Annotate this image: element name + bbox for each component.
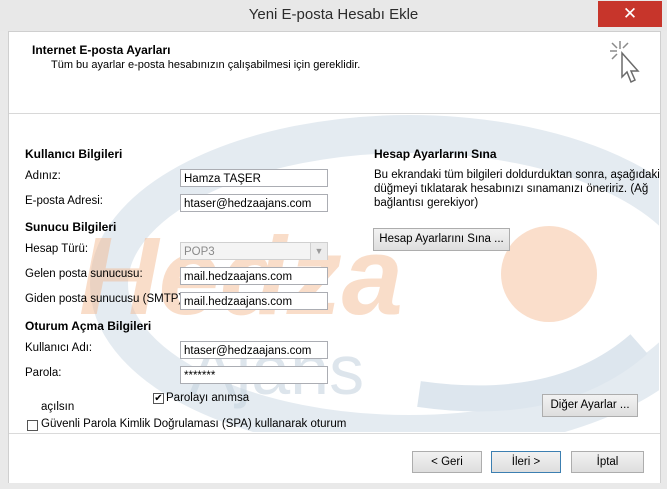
- account-type-value: POP3: [184, 246, 215, 258]
- username-label: Kullanıcı Adı:: [25, 342, 93, 354]
- dialog-window: Yeni E-posta Hesabı Ekle ✕ Internet E-po…: [0, 0, 667, 489]
- settings-content: Hedza Ajans Kullanıcı Bilgileri Adınız: …: [9, 114, 660, 432]
- outgoing-server-label: Giden posta sunucusu (SMTP):: [25, 293, 186, 305]
- spa-label-line2: açılsın: [41, 401, 75, 413]
- incoming-server-field[interactable]: mail.hedzaajans.com: [180, 267, 328, 285]
- header-subtitle: Tüm bu ayarlar e-posta hesabınızın çalış…: [51, 59, 361, 71]
- remember-password-checkbox[interactable]: ✔: [153, 393, 164, 404]
- incoming-server-label: Gelen posta sunucusu:: [25, 268, 143, 280]
- account-type-label: Hesap Türü:: [25, 243, 89, 255]
- test-account-settings-button[interactable]: Hesap Ayarlarını Sına ...: [373, 228, 510, 251]
- test-settings-desc-line3: bağlantısı gerekiyor): [374, 197, 479, 209]
- header-title: Internet E-posta Ayarları: [32, 43, 171, 57]
- name-label: Adınız:: [25, 170, 61, 182]
- cursor-sparkle-icon: [610, 41, 640, 84]
- test-settings-desc-line2: düğmeyi tıklatarak hesabınızı sınamanızı…: [374, 183, 649, 195]
- account-type-select: POP3 ▼: [180, 242, 328, 260]
- dialog-panel: Internet E-posta Ayarları Tüm bu ayarlar…: [8, 31, 661, 483]
- email-label: E-posta Adresi:: [25, 195, 103, 207]
- title-bar: Yeni E-posta Hesabı Ekle ✕: [0, 0, 667, 31]
- password-field[interactable]: *******: [180, 366, 328, 384]
- name-field[interactable]: Hamza TAŞER: [180, 169, 328, 187]
- next-button[interactable]: İleri >: [491, 451, 561, 473]
- logon-info-heading: Oturum Açma Bilgileri: [25, 319, 152, 333]
- more-settings-button[interactable]: Diğer Ayarlar ...: [542, 394, 638, 417]
- back-button[interactable]: < Geri: [412, 451, 482, 473]
- wizard-header: Internet E-posta Ayarları Tüm bu ayarlar…: [9, 32, 660, 114]
- server-info-heading: Sunucu Bilgileri: [25, 220, 117, 234]
- close-button[interactable]: ✕: [598, 1, 662, 27]
- username-field[interactable]: htaser@hedzaajans.com: [180, 341, 328, 359]
- password-label: Parola:: [25, 367, 62, 379]
- user-info-heading: Kullanıcı Bilgileri: [25, 147, 123, 161]
- test-settings-desc-line1: Bu ekrandaki tüm bilgileri doldurduktan …: [374, 169, 660, 181]
- wizard-footer: < Geri İleri > İptal: [9, 433, 660, 483]
- window-title: Yeni E-posta Hesabı Ekle: [248, 6, 419, 23]
- cancel-button[interactable]: İptal: [571, 451, 644, 473]
- spa-label-line1: Güvenli Parola Kimlik Doğrulaması (SPA) …: [41, 418, 347, 430]
- outgoing-server-field[interactable]: mail.hedzaajans.com: [180, 292, 328, 310]
- remember-password-label: Parolayı anımsa: [166, 392, 250, 404]
- chevron-down-icon: ▼: [310, 243, 327, 260]
- spa-checkbox[interactable]: [27, 420, 38, 431]
- test-settings-heading: Hesap Ayarlarını Sına: [374, 147, 497, 161]
- email-field[interactable]: htaser@hedzaajans.com: [180, 194, 328, 212]
